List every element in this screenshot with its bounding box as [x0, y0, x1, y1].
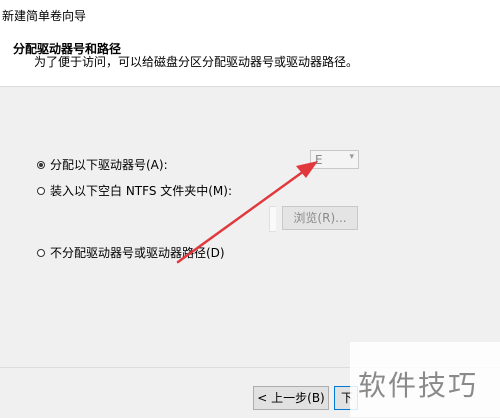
- radio-assign-letter[interactable]: [37, 160, 45, 169]
- option-assign-letter-label: 分配以下驱动器号(A):: [50, 158, 168, 172]
- page-subtitle: 为了便于访问，可以给磁盘分区分配驱动器号或驱动器路径。: [34, 55, 359, 69]
- wizard-header: 分配驱动器号和路径 为了便于访问，可以给磁盘分区分配驱动器号或驱动器路径。: [0, 30, 500, 87]
- radio-no-assign[interactable]: [37, 248, 45, 257]
- window-title: 新建简单卷向导: [2, 9, 87, 23]
- folder-path-input[interactable]: [269, 206, 276, 232]
- radio-mount-folder[interactable]: [37, 186, 45, 195]
- browse-button[interactable]: 浏览(R)...: [282, 206, 358, 230]
- watermark-text: 软件技巧: [358, 369, 479, 402]
- title-bar: 新建简单卷向导: [0, 0, 500, 30]
- drive-letter-value: E: [315, 153, 323, 167]
- option-assign-letter[interactable]: 分配以下驱动器号(A):: [37, 156, 168, 173]
- option-mount-folder-label: 装入以下空白 NTFS 文件夹中(M):: [50, 184, 233, 198]
- option-mount-folder[interactable]: 装入以下空白 NTFS 文件夹中(M):: [37, 182, 232, 199]
- drive-letter-select[interactable]: E ▾: [310, 150, 359, 169]
- option-no-assign-label: 不分配驱动器号或驱动器路径(D): [50, 246, 225, 260]
- back-button[interactable]: < 上一步(B): [253, 386, 329, 410]
- chevron-down-icon: ▾: [349, 152, 354, 162]
- option-no-assign[interactable]: 不分配驱动器号或驱动器路径(D): [37, 244, 225, 261]
